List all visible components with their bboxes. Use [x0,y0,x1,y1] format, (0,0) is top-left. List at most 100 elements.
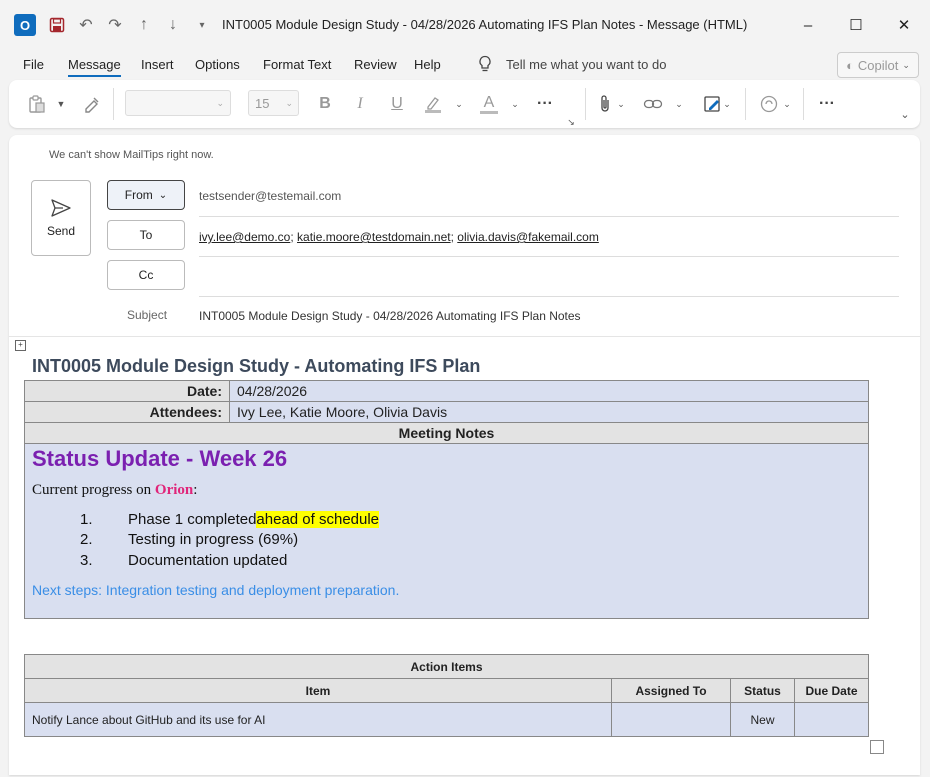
compose-pane: We can't show MailTips right now. Send F… [9,135,920,775]
menu-format-text[interactable]: Format Text [263,57,331,72]
chevron-down-icon: ⌄ [158,189,168,201]
close-button[interactable]: ✕ [884,10,924,40]
font-color-dropdown-icon[interactable]: ⌄ [509,92,521,116]
column-header-status: Status [730,678,795,703]
list-item: 3. Documentation updated [32,550,861,571]
dialog-launcher-icon[interactable]: ↘ [565,110,577,134]
italic-button[interactable]: I [348,92,372,116]
tell-me-search[interactable]: Tell me what you want to do [506,57,666,72]
from-button[interactable]: From ⌄ [107,180,185,210]
email-body-title: INT0005 Module Design Study - Automating… [32,356,481,376]
cell-assigned-to [611,702,731,737]
menu-options[interactable]: Options [195,57,240,72]
list-item: 2. Testing in progress (69%) [32,530,861,551]
table-resize-handle[interactable] [870,740,884,754]
cc-button[interactable]: Cc [107,260,185,290]
meeting-info-table: Date: 04/28/2026 Attendees: Ivy Lee, Kat… [24,380,869,619]
minimize-button[interactable]: – [788,10,828,40]
mailtips-notice: We can't show MailTips right now. [49,149,214,161]
redo-icon[interactable]: ↷ [104,14,126,36]
copilot-button[interactable]: ◐ Copilot ⌄ [837,52,919,78]
status-heading: Status Update - Week 26 [32,446,288,471]
list-text: Documentation updated [128,551,288,569]
font-color-bar [480,110,498,114]
next-steps: Next steps: Integration testing and depl… [32,581,400,598]
menu-review[interactable]: Review [354,57,397,72]
outlook-icon: O [14,14,36,36]
link-icon[interactable] [641,92,665,116]
date-label: Date: [24,380,230,402]
send-button[interactable]: Send [31,180,91,256]
to-button[interactable]: To [107,220,185,250]
font-color-glyph: A [483,93,495,111]
table-move-handle-icon[interactable]: + [15,340,26,351]
project-name: Orion [154,482,194,498]
send-icon [51,199,71,217]
list-text: Testing in progress (69%) [128,531,299,549]
to-field[interactable]: ivy.lee@demo.co; katie.moore@testdomain.… [199,230,599,244]
customize-icon[interactable]: ▾ [191,14,213,36]
paste-icon[interactable] [25,92,49,116]
ribbon-separator [745,88,746,120]
cc-divider [199,296,899,297]
save-icon[interactable] [46,14,68,36]
subject-field[interactable]: INT0005 Module Design Study - 04/28/2026… [199,309,581,323]
ribbon-separator [803,88,804,120]
immersive-reader-dropdown-icon[interactable]: ⌄ [781,92,793,116]
title-bar: O ↶ ↷ ↑ ↓ ▾ INT0005 Module Design Study … [0,0,930,50]
menu-help[interactable]: Help [414,57,441,72]
highlighted-text: ahead of schedule [256,510,380,528]
font-size-value: 15 [255,95,270,111]
to-recipient[interactable]: ivy.lee@demo.co [199,230,290,244]
menu-insert[interactable]: Insert [141,57,174,72]
chevron-down-icon: ⌄ [216,97,224,108]
arrow-down-icon[interactable]: ↓ [162,14,184,36]
list-number: 1. [80,510,93,528]
ribbon-collapse-icon[interactable]: ⌄ [898,102,912,126]
more-formatting-button[interactable]: ··· [531,92,559,116]
column-header-item: Item [24,678,612,703]
attach-icon[interactable] [593,92,617,116]
link-dropdown-icon[interactable]: ⌄ [673,92,685,116]
progress-line: Current progress on Orion: [32,482,861,499]
arrow-up-icon[interactable]: ↑ [133,14,155,36]
send-label: Send [46,224,76,238]
chevron-down-icon: ⌄ [285,97,293,108]
table-row: Notify Lance about GitHub and its use fo… [24,702,869,737]
menu-file[interactable]: File [23,57,44,72]
highlight-icon[interactable] [421,92,445,116]
to-divider [199,256,899,257]
font-size-dropdown[interactable]: 15 ⌄ [248,90,299,116]
ribbon-separator [585,88,586,120]
paste-dropdown-icon[interactable]: ▼ [55,92,67,116]
meeting-notes-header: Meeting Notes [24,422,869,444]
immersive-reader-icon[interactable] [757,92,781,116]
column-header-assigned-to: Assigned To [611,678,731,703]
font-color-button[interactable]: A [477,92,501,116]
signature-dropdown-icon[interactable]: ⌄ [721,92,733,116]
to-recipient[interactable]: olivia.davis@fakemail.com [457,230,599,244]
more-commands-button[interactable]: ··· [813,92,841,116]
list-text: Phase 1 completed [128,510,257,528]
underline-button[interactable]: U [385,92,409,116]
cell-due-date [794,702,869,737]
lightbulb-icon [478,55,492,76]
menu-bar: File Message Insert Options Format Text … [0,50,930,80]
progress-list: 1. Phase 1 completed ahead of schedule 2.… [32,509,861,571]
action-items-header: Action Items [24,654,869,679]
body-divider [9,336,920,337]
to-recipient[interactable]: katie.moore@testdomain.net [297,230,451,244]
attach-dropdown-icon[interactable]: ⌄ [615,92,627,116]
cell-item: Notify Lance about GitHub and its use fo… [24,702,612,737]
progress-prefix: Current progress on [32,482,155,498]
from-value: testsender@testemail.com [199,189,342,203]
maximize-button[interactable]: ☐ [836,10,876,40]
highlight-dropdown-icon[interactable]: ⌄ [453,92,465,116]
bold-button[interactable]: B [313,92,337,116]
menu-message[interactable]: Message [68,57,121,77]
cell-status: New [730,702,795,737]
undo-icon[interactable]: ↶ [75,14,97,36]
copilot-label: Copilot [857,57,899,73]
font-name-dropdown[interactable]: ⌄ [125,90,231,116]
format-painter-icon[interactable] [80,92,104,116]
